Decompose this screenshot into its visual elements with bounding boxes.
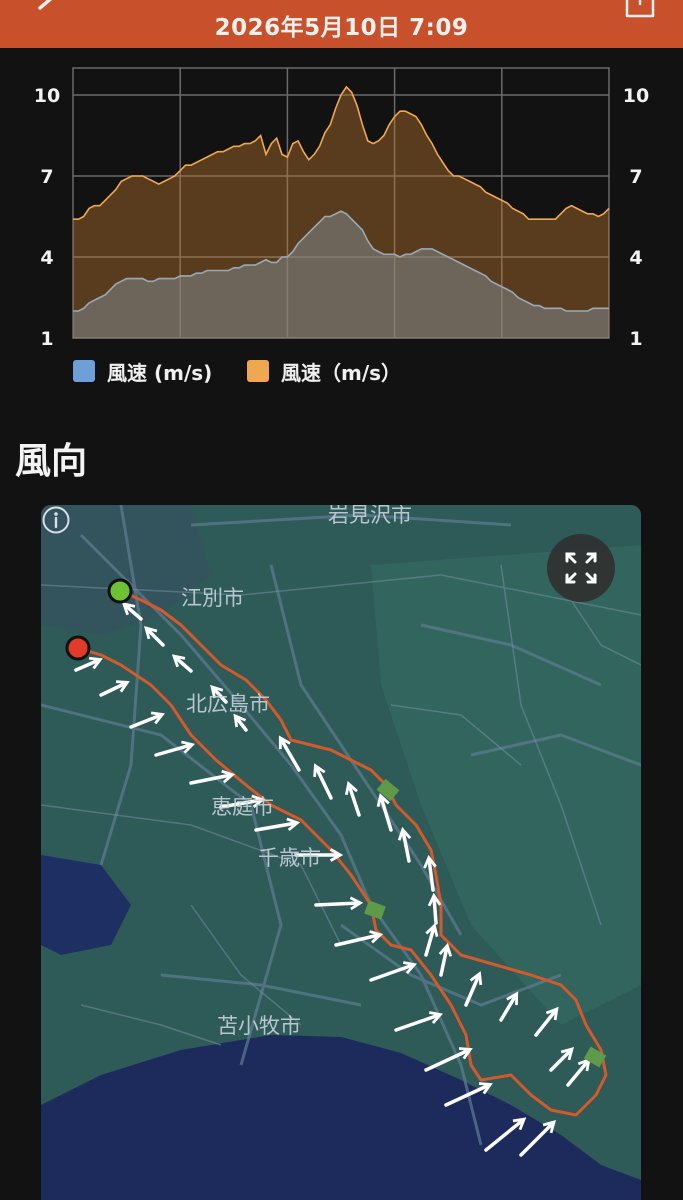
chart-series (73, 85, 610, 339)
section-title-wind-direction: 風向 (15, 441, 88, 482)
legend-label-blue: 風速 (m/s) (107, 360, 213, 385)
wind-speed-chart: 1 1 4 4 7 7 10 10 (34, 67, 649, 350)
y-tick-label-left: 1 (40, 328, 53, 350)
city-label-chitose: 千歳市 (258, 846, 321, 870)
city-label-eniwa: 恵庭市 (211, 795, 274, 819)
y-tick-label-right: 4 (629, 247, 642, 269)
end-marker[interactable] (65, 635, 91, 661)
y-tick-label-right: 1 (629, 328, 642, 350)
wind-map[interactable]: 岩見沢市 江別市 北広島市 恵庭市 千歳市 苫小牧市 (41, 505, 641, 1200)
share-icon[interactable] (624, 0, 656, 22)
legend-item-blue[interactable]: 風速 (m/s) (73, 356, 212, 386)
y-tick-label-right: 7 (629, 166, 642, 188)
city-label-ebetsu: 江別市 (181, 586, 244, 610)
fullscreen-button[interactable] (547, 534, 615, 602)
legend-label-orange: 風速（m/s） (281, 360, 402, 385)
legend-item-orange[interactable]: 風速（m/s） (247, 356, 401, 386)
y-tick-label-left: 10 (34, 85, 60, 107)
city-label-tomakomai: 苫小牧市 (217, 1014, 301, 1038)
city-label-iwamizawa: 岩見沢市 (328, 505, 412, 527)
header-bar: 2026年5月10日 7:09 (0, 0, 683, 48)
legend-swatch-blue (73, 360, 95, 382)
start-marker[interactable] (107, 578, 133, 604)
info-icon[interactable] (41, 505, 71, 535)
map-canvas (41, 505, 641, 1200)
page-title: 2026年5月10日 7:09 (214, 15, 469, 41)
y-tick-label-left: 4 (40, 247, 53, 269)
y-tick-label-right: 10 (623, 85, 649, 107)
legend-swatch-orange (247, 360, 269, 382)
y-tick-label-left: 7 (40, 166, 53, 188)
city-label-kitahiroshima: 北広島市 (186, 692, 270, 716)
fullscreen-icon (565, 552, 597, 584)
